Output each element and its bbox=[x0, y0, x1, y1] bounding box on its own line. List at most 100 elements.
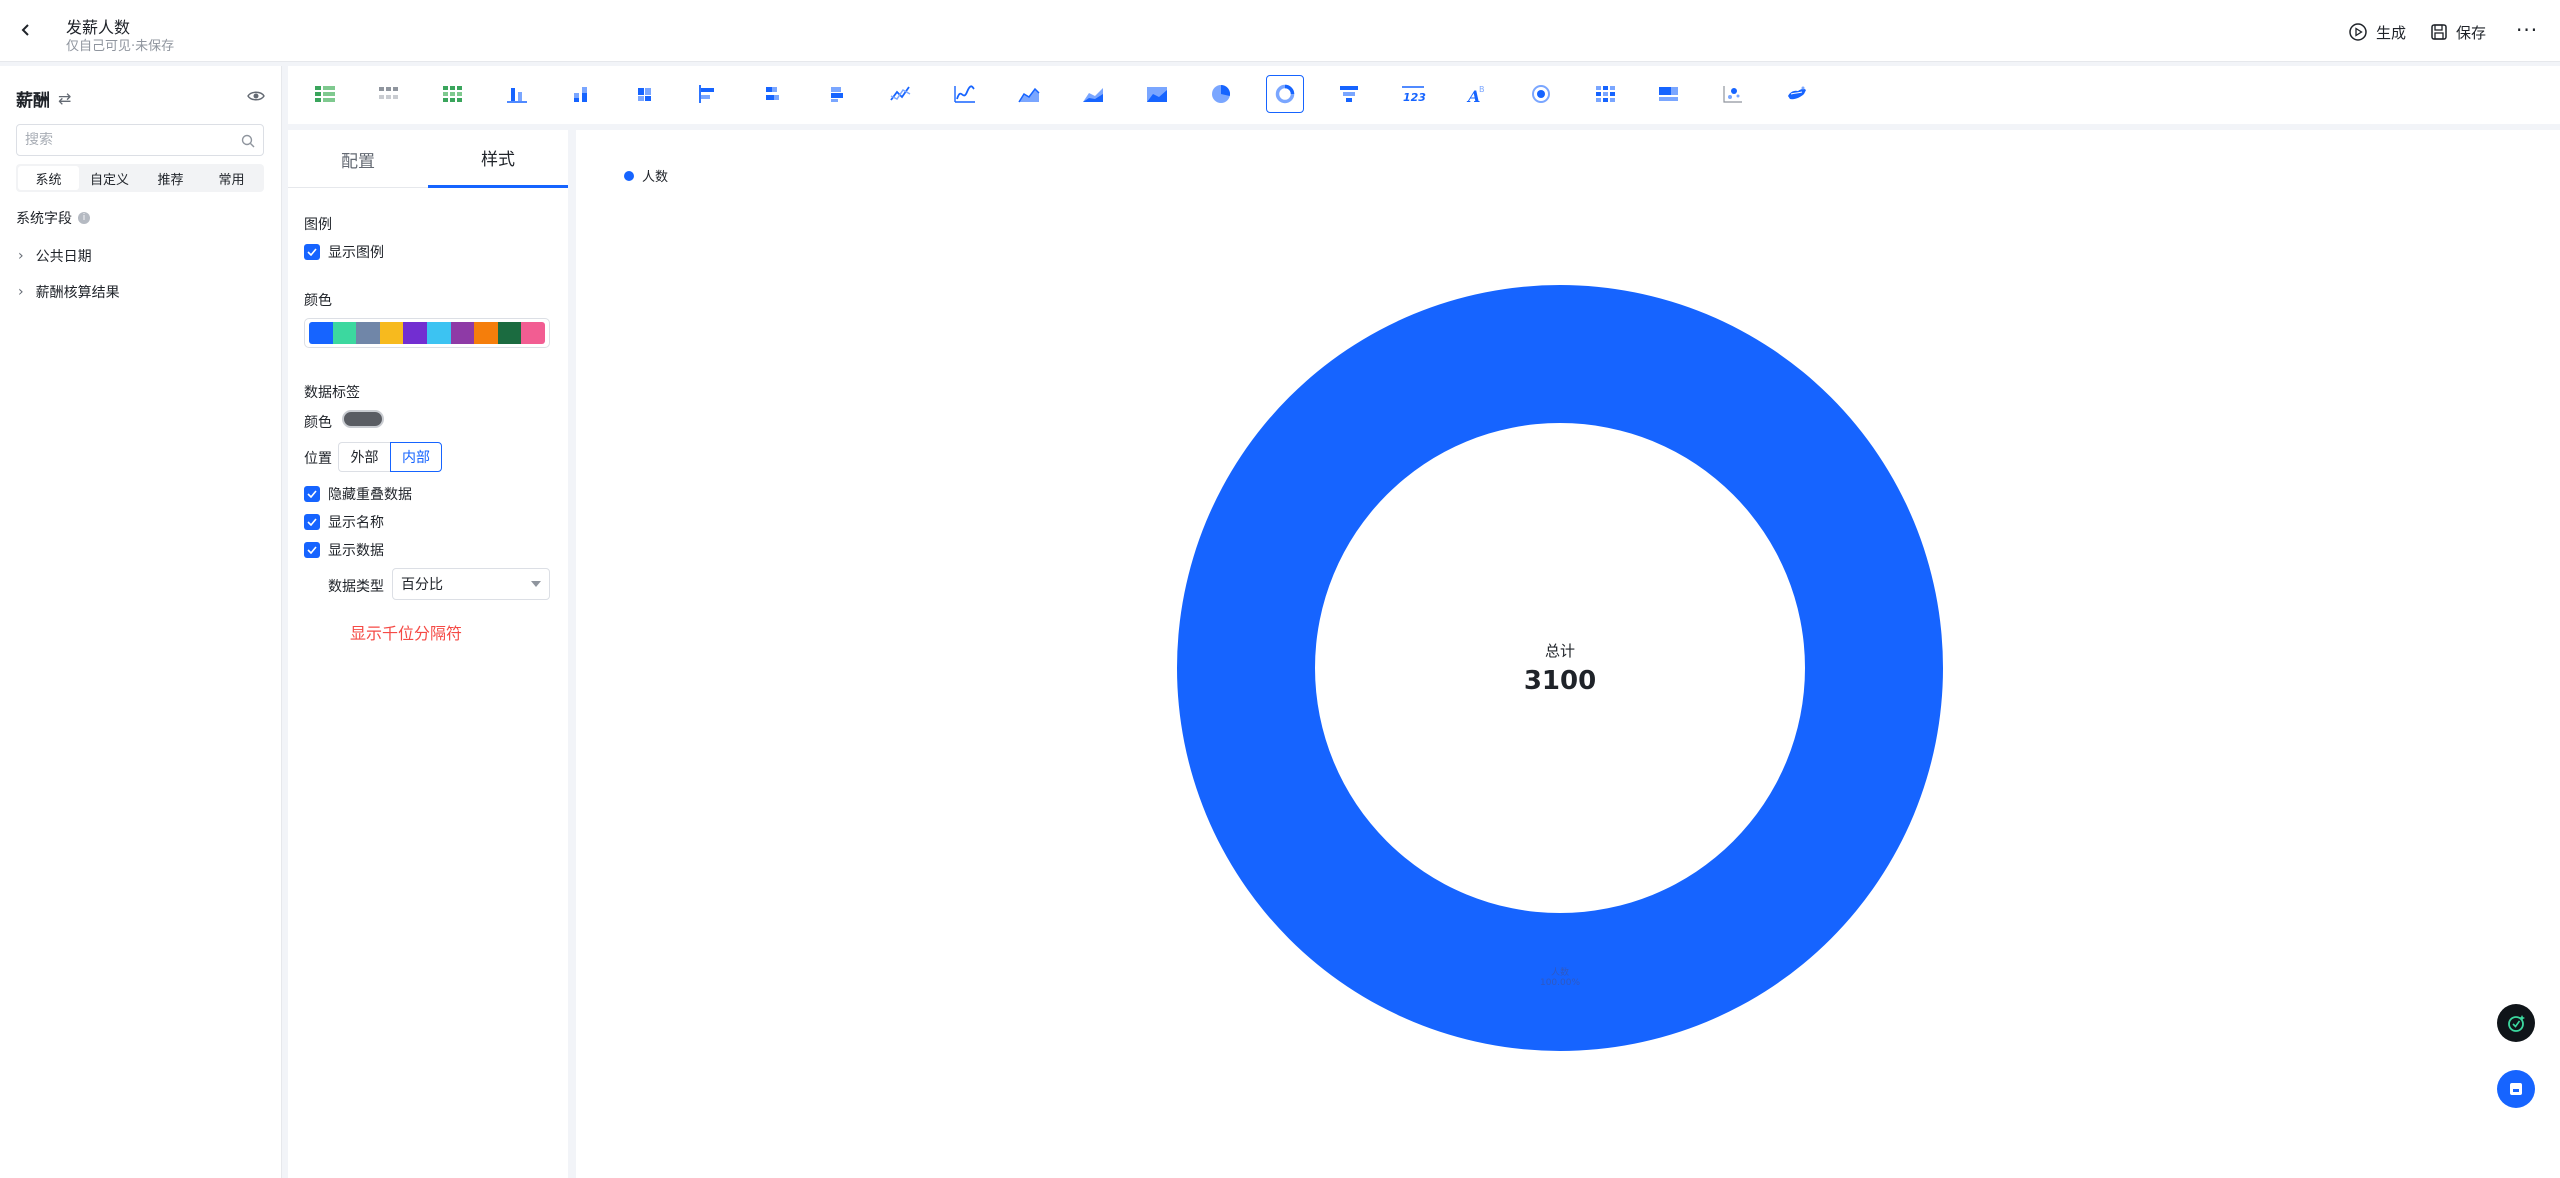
palette-swatch bbox=[403, 322, 427, 344]
palette-swatch bbox=[379, 322, 404, 344]
palette-swatch bbox=[332, 322, 357, 344]
label-color-label: 颜色 bbox=[304, 415, 332, 431]
data-type-select[interactable]: 百分比 bbox=[392, 568, 550, 600]
show-data-checkbox[interactable]: 显示数据 bbox=[304, 540, 384, 560]
hide-overlap-checkbox[interactable]: 隐藏重叠数据 bbox=[304, 484, 412, 504]
page-subtitle: 仅自己可见·未保存 bbox=[66, 39, 175, 54]
area-chart-icon[interactable] bbox=[1010, 75, 1048, 113]
eye-icon[interactable] bbox=[247, 88, 265, 107]
more-button[interactable]: ··· bbox=[2516, 18, 2538, 42]
indicator-card-icon[interactable]: 123 bbox=[1394, 75, 1432, 113]
combo-chart-icon[interactable] bbox=[1650, 75, 1688, 113]
system-fields-label: 系统字段 bbox=[16, 211, 72, 227]
donut-center-title: 总计 bbox=[1544, 642, 1575, 660]
color-palette-picker[interactable] bbox=[304, 318, 550, 348]
position-toggle: 外部 内部 bbox=[338, 442, 442, 472]
dataset-name: 薪酬 bbox=[16, 90, 50, 111]
system-fields-heading: 系统字段 i bbox=[16, 208, 90, 228]
detail-table-icon[interactable] bbox=[434, 75, 472, 113]
show-legend-label: 显示图例 bbox=[328, 245, 384, 261]
check-icon bbox=[304, 514, 320, 530]
config-tabs: 配置 样式 bbox=[288, 130, 568, 188]
pie-chart-icon[interactable] bbox=[1202, 75, 1240, 113]
stacked-area-icon[interactable] bbox=[1074, 75, 1112, 113]
generate-button[interactable]: 生成 bbox=[2348, 20, 2406, 44]
config-panel: 配置 样式 图例 显示图例 颜色 数据标签 颜色 位置 外部 内部 隐藏重叠数据… bbox=[288, 130, 568, 1178]
stacked-bar-icon[interactable] bbox=[754, 75, 792, 113]
show-name-label: 显示名称 bbox=[328, 515, 384, 531]
hide-overlap-label: 隐藏重叠数据 bbox=[328, 487, 412, 503]
bar-chart-icon[interactable] bbox=[690, 75, 728, 113]
chat-button[interactable] bbox=[2497, 1070, 2535, 1108]
palette-swatch bbox=[474, 322, 498, 344]
dataset-row: 薪酬 ⇄ bbox=[16, 86, 265, 111]
tree-item-public-date[interactable]: › 公共日期 bbox=[18, 246, 92, 266]
data-label-section-title: 数据标签 bbox=[304, 385, 360, 401]
column-chart-icon[interactable] bbox=[498, 75, 536, 113]
save-label: 保存 bbox=[2456, 23, 2487, 42]
tab-custom[interactable]: 自定义 bbox=[79, 166, 140, 190]
tree-item-label: 公共日期 bbox=[35, 249, 92, 265]
tab-system[interactable]: 系统 bbox=[18, 166, 79, 190]
table-icon[interactable] bbox=[306, 75, 344, 113]
save-icon bbox=[2431, 24, 2447, 40]
heatmap-icon[interactable] bbox=[1586, 75, 1624, 113]
chevron-left-icon bbox=[21, 24, 29, 36]
show-legend-checkbox[interactable]: 显示图例 bbox=[304, 242, 384, 262]
save-button[interactable]: 保存 bbox=[2430, 20, 2486, 44]
check-icon bbox=[304, 244, 320, 260]
swap-dataset-icon[interactable]: ⇄ bbox=[58, 89, 71, 108]
svg-text:123: 123 bbox=[1403, 91, 1426, 104]
grouped-bar-icon[interactable] bbox=[818, 75, 856, 113]
label-color-swatch[interactable] bbox=[342, 410, 384, 428]
palette-swatch bbox=[450, 322, 475, 344]
ai-assistant-button[interactable] bbox=[2497, 1004, 2535, 1042]
gauge-icon[interactable] bbox=[1522, 75, 1560, 113]
data-type-label: 数据类型 bbox=[328, 579, 384, 595]
palette-swatch bbox=[356, 322, 380, 344]
caret-down-icon bbox=[531, 581, 541, 587]
grouped-column-icon[interactable] bbox=[626, 75, 664, 113]
top-header: 发薪人数 仅自己可见·未保存 生成 保存 ··· bbox=[0, 0, 2560, 62]
tab-recommended[interactable]: 推荐 bbox=[140, 166, 201, 190]
position-inside-button[interactable]: 内部 bbox=[390, 442, 442, 472]
info-icon[interactable]: i bbox=[78, 212, 90, 224]
chevron-right-icon: › bbox=[18, 248, 24, 264]
slice-label-name: 人数 bbox=[1550, 968, 1569, 978]
donut-center-value: 3100 bbox=[1523, 666, 1597, 696]
show-data-label: 显示数据 bbox=[328, 543, 384, 559]
position-outside-button[interactable]: 外部 bbox=[338, 442, 390, 472]
percent-area-icon[interactable] bbox=[1138, 75, 1176, 113]
palette-swatch bbox=[497, 322, 522, 344]
legend-section-title: 图例 bbox=[304, 217, 332, 233]
tab-frequent[interactable]: 常用 bbox=[201, 166, 262, 190]
slice-data-label: 人数 100.00% bbox=[1500, 968, 1620, 988]
word-cloud-icon[interactable]: AB bbox=[1458, 75, 1496, 113]
chart-type-toolbar: 123 AB bbox=[288, 66, 2560, 124]
tree-item-label: 薪酬核算结果 bbox=[35, 285, 120, 301]
ai-assistant-icon bbox=[2508, 1015, 2525, 1032]
search-icon[interactable] bbox=[241, 133, 255, 152]
scatter-chart-icon[interactable] bbox=[1714, 75, 1752, 113]
tab-config[interactable]: 配置 bbox=[288, 130, 428, 188]
smooth-line-icon[interactable] bbox=[946, 75, 984, 113]
slice-label-value: 100.00% bbox=[1539, 978, 1581, 988]
stacked-column-icon[interactable] bbox=[562, 75, 600, 113]
map-icon[interactable] bbox=[1778, 75, 1816, 113]
color-section-title: 颜色 bbox=[304, 293, 332, 309]
thousands-separator-label[interactable]: 显示千位分隔符 bbox=[350, 620, 462, 644]
position-label: 位置 bbox=[304, 451, 332, 467]
palette-swatch bbox=[309, 322, 333, 344]
show-name-checkbox[interactable]: 显示名称 bbox=[304, 512, 384, 532]
line-chart-icon[interactable] bbox=[882, 75, 920, 113]
check-icon bbox=[304, 542, 320, 558]
check-icon bbox=[304, 486, 320, 502]
tab-style[interactable]: 样式 bbox=[428, 130, 568, 188]
funnel-chart-icon[interactable] bbox=[1330, 75, 1368, 113]
donut-chart-icon[interactable] bbox=[1266, 75, 1304, 113]
search-input[interactable] bbox=[25, 132, 225, 148]
pivot-table-icon[interactable] bbox=[370, 75, 408, 113]
back-button[interactable] bbox=[14, 18, 38, 42]
search-field[interactable] bbox=[16, 124, 264, 156]
tree-item-payroll-results[interactable]: › 薪酬核算结果 bbox=[18, 282, 120, 302]
